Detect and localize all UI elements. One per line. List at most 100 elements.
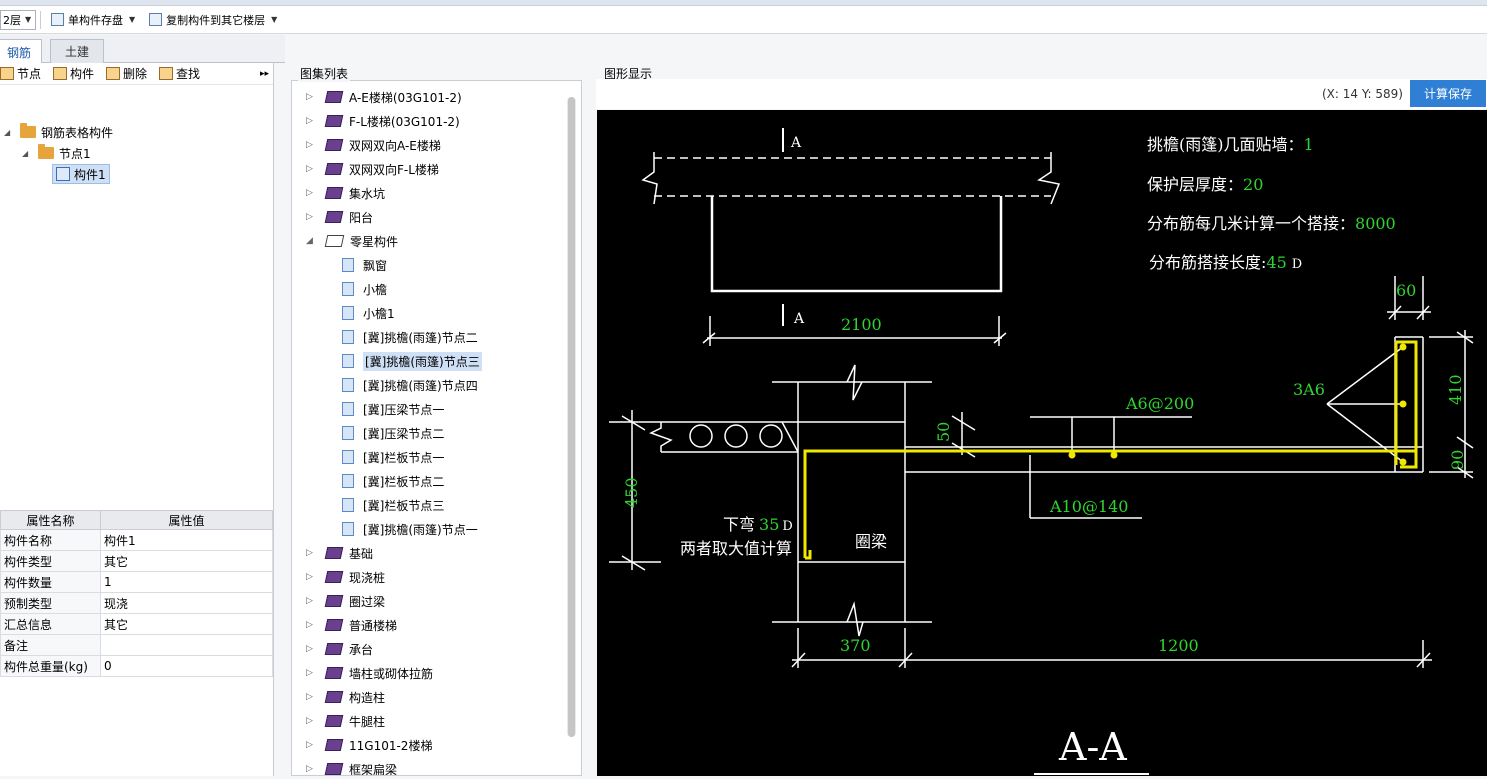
bend-label: 下弯 — [723, 515, 755, 534]
expand-icon[interactable]: ▷ — [306, 92, 318, 102]
tab-civil[interactable]: 土建 — [50, 39, 104, 63]
book-icon — [324, 211, 344, 223]
library-item[interactable]: ▷ 圈过梁 — [306, 590, 385, 612]
library-item[interactable]: [冀]压梁节点一 — [342, 398, 444, 420]
expand-icon[interactable]: ▷ — [306, 188, 318, 198]
library-item[interactable]: ▷ 普通楼梯 — [306, 614, 397, 636]
table-row[interactable]: 预制类型 现浇 — [0, 592, 273, 614]
table-row[interactable]: 构件总重量(kg) 0 — [0, 655, 273, 677]
library-item[interactable]: ▷ A-E楼梯(03G101-2) — [306, 86, 462, 108]
table-row[interactable]: 构件类型 其它 — [0, 550, 273, 572]
prop-value[interactable]: 1 — [100, 571, 273, 593]
add-component-button[interactable]: 构件 — [53, 65, 94, 82]
expand-icon[interactable]: ▷ — [306, 572, 318, 582]
library-item[interactable]: [冀]挑檐(雨篷)节点二 — [342, 326, 478, 348]
library-item[interactable]: 小檐1 — [342, 302, 395, 324]
distribution-bar-dot — [1110, 451, 1118, 459]
expand-icon[interactable]: ▷ — [306, 140, 318, 150]
chevron-down-icon: ▼ — [271, 15, 278, 24]
info3-value: 8000 — [1355, 214, 1396, 233]
add-node-button[interactable]: 节点 — [0, 65, 41, 82]
prop-value[interactable]: 其它 — [100, 613, 273, 635]
library-item[interactable]: ▷ 集水坑 — [306, 182, 385, 204]
library-item[interactable]: ▷ 墙柱或砌体拉筋 — [306, 662, 433, 684]
expand-icon[interactable]: ▷ — [306, 716, 318, 726]
library-item[interactable]: ▷ 承台 — [306, 638, 373, 660]
expand-icon[interactable]: ▷ — [306, 164, 318, 174]
book-icon — [324, 643, 344, 655]
library-item[interactable]: 小檐 — [342, 278, 387, 300]
leader-3a6 — [1326, 346, 1404, 405]
hollow-core — [724, 424, 748, 448]
upstand-bar-dot — [1399, 400, 1407, 408]
save-component-button[interactable]: 单构件存盘 ▼ — [47, 9, 139, 31]
expand-icon[interactable]: ▷ — [306, 740, 318, 750]
expand-icon[interactable]: ▷ — [306, 620, 318, 630]
library-item[interactable]: 飘窗 — [342, 254, 387, 276]
prop-value[interactable]: 0 — [100, 655, 273, 677]
prop-name: 构件总重量(kg) — [0, 655, 101, 677]
library-item[interactable]: [冀]栏板节点二 — [342, 470, 444, 492]
library-item-label: [冀]栏板节点三 — [363, 498, 445, 513]
library-item[interactable]: [冀]栏板节点三 — [342, 494, 444, 516]
prop-name: 预制类型 — [0, 592, 101, 614]
table-row[interactable]: 构件数量 1 — [0, 571, 273, 593]
collapse-icon[interactable]: ◢ — [4, 128, 14, 137]
expand-icon[interactable]: ▷ — [306, 116, 318, 126]
library-item[interactable]: ▷ F-L楼梯(03G101-2) — [306, 110, 460, 132]
table-row[interactable]: 汇总信息 其它 — [0, 613, 273, 635]
library-item[interactable]: ▷ 构造柱 — [306, 686, 385, 708]
tree-root[interactable]: ◢ 钢筋表格构件 — [4, 122, 113, 142]
overflow-chevron-icon[interactable]: ▸▸ — [260, 69, 269, 79]
expand-icon[interactable]: ▷ — [306, 692, 318, 702]
tab-rebar[interactable]: 钢筋 — [0, 39, 42, 64]
library-item[interactable]: ▷ 牛腿柱 — [306, 710, 385, 732]
prop-value[interactable]: 构件1 — [100, 529, 273, 551]
collapse-icon[interactable]: ◢ — [22, 149, 32, 158]
dim-410: 410 — [1446, 374, 1465, 405]
tree-leaf-selected[interactable]: 构件1 — [52, 164, 110, 184]
document-icon — [342, 378, 354, 392]
library-item[interactable]: ▷ 框架扁梁 — [306, 758, 397, 775]
tree-node[interactable]: ◢ 节点1 — [22, 143, 91, 163]
library-scrollbar[interactable] — [567, 97, 576, 737]
coordinate-readout: (X: 14 Y: 589) — [1321, 87, 1403, 101]
expand-icon[interactable]: ▷ — [306, 548, 318, 558]
copy-to-floor-button[interactable]: 复制构件到其它楼层 ▼ — [145, 9, 281, 31]
library-item[interactable]: ◢ 零星构件 — [306, 230, 398, 252]
book-icon — [324, 139, 344, 151]
expand-icon[interactable]: ▷ — [306, 668, 318, 678]
library-item[interactable]: [冀]挑檐(雨篷)节点三 — [342, 350, 482, 372]
library-item[interactable]: [冀]挑檐(雨篷)节点四 — [342, 374, 478, 396]
library-item[interactable]: ▷ 双网双向A-E楼梯 — [306, 134, 441, 156]
prop-value[interactable]: 其它 — [100, 550, 273, 572]
library-item[interactable]: ▷ 11G101-2楼梯 — [306, 734, 432, 756]
floor-select[interactable]: 2层 ▼ — [0, 9, 36, 30]
library-item[interactable]: [冀]挑檐(雨篷)节点一 — [342, 518, 478, 540]
scrollbar-thumb[interactable] — [568, 97, 575, 737]
info4-value: 45 — [1266, 253, 1286, 272]
delete-button[interactable]: 删除 — [106, 65, 147, 82]
section-mark-bottom: A — [793, 311, 805, 327]
collapse-icon[interactable]: ◢ — [306, 236, 318, 246]
table-row[interactable]: 备注 — [0, 634, 273, 656]
library-item[interactable]: ▷ 现浇桩 — [306, 566, 385, 588]
library-item[interactable]: [冀]栏板节点一 — [342, 446, 444, 468]
table-row[interactable]: 构件名称 构件1 — [0, 529, 273, 551]
expand-icon[interactable]: ▷ — [306, 764, 318, 774]
library-item[interactable]: [冀]压梁节点二 — [342, 422, 444, 444]
find-button[interactable]: 查找 — [159, 65, 200, 82]
expand-icon[interactable]: ▷ — [306, 212, 318, 222]
library-item-label: A-E楼梯(03G101-2) — [349, 90, 462, 105]
component-tree: ◢ 钢筋表格构件 ◢ 节点1 构件1 — [0, 85, 273, 485]
library-item[interactable]: ▷ 基础 — [306, 542, 373, 564]
prop-value[interactable] — [100, 634, 273, 656]
tick — [621, 555, 646, 571]
expand-icon[interactable]: ▷ — [306, 644, 318, 654]
calculate-save-button[interactable]: 计算保存 — [1410, 80, 1486, 107]
prop-value[interactable]: 现浇 — [100, 592, 273, 614]
library-item[interactable]: ▷ 双网双向F-L楼梯 — [306, 158, 439, 180]
library-item[interactable]: ▷ 阳台 — [306, 206, 373, 228]
drawing-canvas[interactable]: A A 2100 60 3A6 A6@200 A10@140 370 1200 … — [597, 110, 1487, 776]
expand-icon[interactable]: ▷ — [306, 596, 318, 606]
